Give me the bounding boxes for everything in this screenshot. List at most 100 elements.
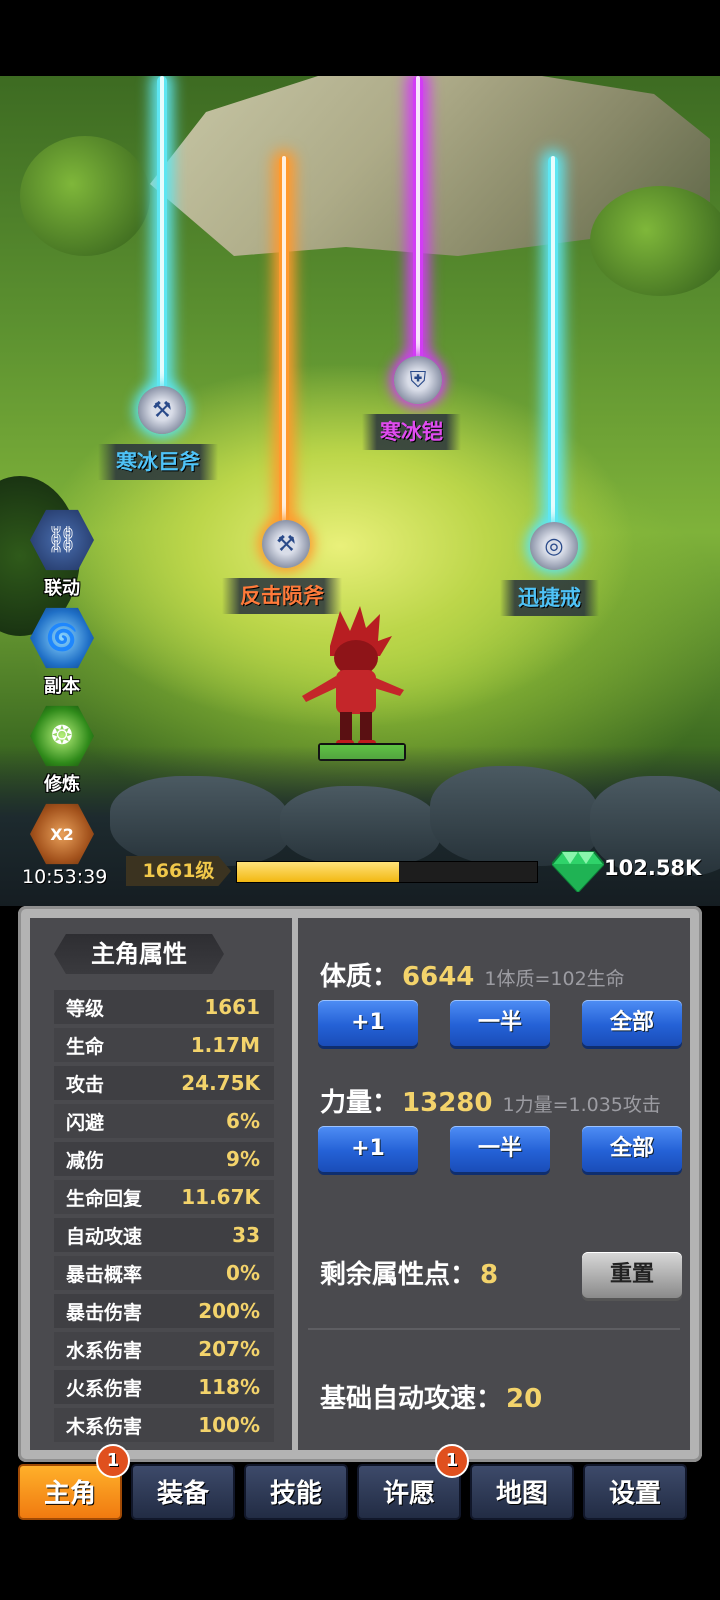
loot-label[interactable]: 迅捷戒 [500, 580, 599, 616]
double-bonus-icon: X2 [30, 803, 94, 865]
side-button-cultivate[interactable]: ❂ 修炼 [28, 704, 96, 796]
link-icon: ⛓ [30, 509, 94, 571]
tab-label: 主角 [43, 1479, 96, 1509]
loot-orb-counter-axe[interactable]: ⚒ [262, 520, 310, 568]
stat-row: 水系伤害 207% [54, 1332, 274, 1366]
loot-orb-ice-armor[interactable]: ⛨ [394, 356, 442, 404]
tab-3[interactable]: 许愿 1 [357, 1444, 469, 1520]
tab-1[interactable]: 装备 [131, 1464, 235, 1520]
loot-beam [413, 76, 423, 366]
stat-row: 攻击 24.75K [54, 1066, 274, 1100]
strength-plus-one-button[interactable]: +1 [318, 1126, 418, 1172]
stat-name: 生命回复 [66, 1187, 143, 1210]
xp-track [236, 861, 538, 883]
stat-name: 暴击概率 [66, 1263, 143, 1286]
loot-label[interactable]: 寒冰铠 [362, 414, 461, 450]
stat-name: 等级 [66, 997, 105, 1020]
stat-name: 火系伤害 [66, 1377, 143, 1400]
attribute-allocation: 体质： 6644 1体质=102生命 +1 一半 全部 力量： 13280 1力… [298, 918, 690, 1450]
tab-label: 许愿 [382, 1479, 435, 1509]
stat-value: 1661 [204, 995, 260, 1019]
stat-name: 闪避 [66, 1111, 105, 1134]
tab-label: 装备 [156, 1479, 209, 1509]
stat-value: 200% [198, 1299, 260, 1323]
constitution-note: 1体质=102生命 [484, 968, 625, 990]
strength-all-button[interactable]: 全部 [582, 1126, 682, 1172]
cultivate-icon: ❂ [30, 705, 94, 767]
strength-half-button[interactable]: 一半 [450, 1126, 550, 1172]
stat-value: 100% [198, 1413, 260, 1437]
stat-name: 减伤 [66, 1149, 105, 1172]
stat-row: 减伤 9% [54, 1142, 274, 1176]
stat-row: 暴击伤害 200% [54, 1294, 274, 1328]
loot-beam [548, 156, 558, 546]
stat-value: 33 [232, 1223, 260, 1247]
stat-name: 水系伤害 [66, 1339, 143, 1362]
hero-attribute-panel: 主角属性 等级 1661 生命 1.17M 攻击 24.75K 闪避 6% 减伤 9% 生命回复 11… [18, 906, 702, 1462]
bottom-tab-bar: 主角 1 装备 技能 许愿 1 地图 设置 [18, 1444, 702, 1528]
stat-value: 1.17M [190, 1033, 260, 1057]
strength-line: 力量： 13280 1力量=1.035攻击 [320, 1082, 661, 1119]
tab-0[interactable]: 主角 1 [18, 1444, 130, 1520]
side-button-link[interactable]: ⛓ 联动 [28, 508, 96, 600]
stat-value: 0% [226, 1261, 260, 1285]
remaining-points-line: 剩余属性点： 8 [320, 1254, 498, 1291]
rock-decoration [280, 786, 440, 866]
side-button-label: 联动 [44, 578, 80, 599]
bonus-timer: 10:53:39 [22, 866, 108, 888]
stat-row: 等级 1661 [54, 990, 274, 1024]
stat-row: 闪避 6% [54, 1104, 274, 1138]
loot-label[interactable]: 寒冰巨斧 [98, 444, 218, 480]
gem-icon [552, 851, 604, 892]
constitution-all-button[interactable]: 全部 [582, 1000, 682, 1046]
stat-name: 木系伤害 [66, 1415, 143, 1438]
stat-value: 24.75K [181, 1071, 260, 1095]
stat-row: 生命回复 11.67K [54, 1180, 274, 1214]
tab-4[interactable]: 地图 [470, 1464, 574, 1520]
tab-label: 技能 [269, 1479, 322, 1509]
strength-value: 13280 [402, 1088, 493, 1118]
axe-icon: ⚒ [276, 531, 296, 557]
notification-badge: 1 [435, 1444, 469, 1478]
panel-title: 主角属性 [54, 934, 224, 974]
stat-row: 生命 1.17M [54, 1028, 274, 1062]
side-button-double[interactable]: X2 [28, 802, 96, 866]
armor-icon: ⛨ [409, 367, 427, 393]
hero-character[interactable] [300, 606, 410, 756]
stat-value: 207% [198, 1337, 260, 1361]
stats-column: 主角属性 等级 1661 生命 1.17M 攻击 24.75K 闪避 6% 减伤 9% 生命回复 11… [30, 918, 292, 1450]
status-bar-area [0, 0, 720, 76]
base-speed-value: 20 [506, 1384, 543, 1414]
bush-decoration [590, 186, 720, 296]
strength-label: 力量： [320, 1088, 399, 1118]
tab-5[interactable]: 设置 [583, 1464, 687, 1520]
strength-note: 1力量=1.035攻击 [502, 1094, 661, 1116]
constitution-line: 体质： 6644 1体质=102生命 [320, 956, 625, 993]
axe-icon: ⚒ [152, 397, 172, 423]
stat-row: 自动攻速 33 [54, 1218, 274, 1252]
base-speed-label: 基础自动攻速： [320, 1384, 503, 1414]
section-divider [308, 1328, 680, 1330]
loot-orb-ice-axe[interactable]: ⚒ [138, 386, 186, 434]
side-button-label: 副本 [44, 676, 80, 697]
ring-icon: ◎ [544, 533, 564, 559]
xp-fill [237, 862, 399, 882]
side-button-label: 修炼 [44, 774, 80, 795]
tab-2[interactable]: 技能 [244, 1464, 348, 1520]
side-button-dungeon[interactable]: 🌀 副本 [28, 606, 96, 698]
reset-button[interactable]: 重置 [582, 1252, 682, 1298]
bush-decoration [20, 136, 150, 256]
constitution-half-button[interactable]: 一半 [450, 1000, 550, 1046]
gem-count: 102.58K [604, 856, 702, 880]
stat-row: 木系伤害 100% [54, 1408, 274, 1442]
stat-name: 自动攻速 [66, 1225, 143, 1248]
stat-value: 11.67K [181, 1185, 260, 1209]
stat-value: 6% [226, 1109, 260, 1133]
rock-decoration [110, 776, 290, 866]
constitution-plus-one-button[interactable]: +1 [318, 1000, 418, 1046]
constitution-label: 体质： [320, 962, 399, 992]
base-speed-line: 基础自动攻速： 20 [320, 1378, 542, 1415]
notification-badge: 1 [96, 1444, 130, 1478]
game-scene[interactable]: ⚒ ⚒ ⛨ ◎ 寒冰巨斧 反击陨斧 寒冰铠 迅捷戒 [0, 76, 720, 906]
loot-orb-swift-ring[interactable]: ◎ [530, 522, 578, 570]
